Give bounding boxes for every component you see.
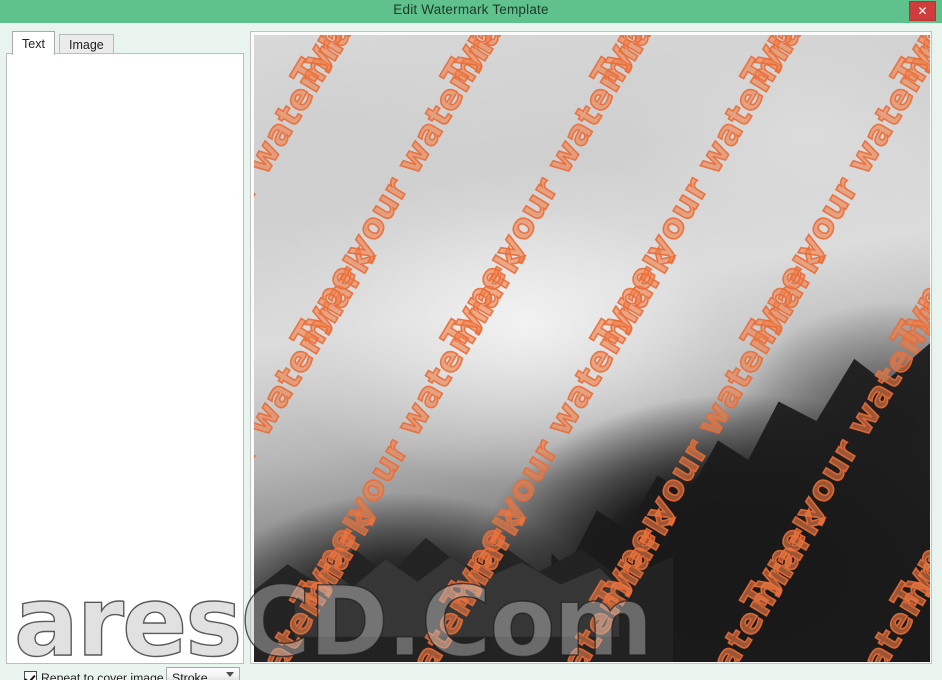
tab-strip: Text Image [6, 31, 244, 55]
text-tab-panel [6, 53, 244, 664]
settings-panel: Text Image Layers: Demo 1_Layer 1 Text: … [6, 31, 244, 680]
repeat-cover-label: Repeat to cover image [41, 671, 164, 680]
preview-image[interactable]: Type your watemrark Type your watemrark Ty… [254, 35, 930, 662]
window-title: Edit Watermark Template [393, 2, 549, 17]
title-bar: Edit Watermark Template ✕ [0, 0, 942, 23]
edit-watermark-window: Edit Watermark Template ✕ Text Image Lay… [0, 0, 942, 680]
close-button[interactable]: ✕ [909, 1, 936, 21]
repeat-cover-checkbox[interactable] [24, 671, 37, 680]
gradient-mode-value: Stroke [172, 671, 208, 680]
gradient-mode-select[interactable]: Stroke [166, 667, 240, 680]
chevron-down-icon [226, 672, 234, 677]
preview-pane: Type your watemrark Type your watemrark Ty… [250, 31, 932, 664]
tab-text[interactable]: Text [12, 31, 55, 55]
close-icon: ✕ [917, 4, 928, 18]
dialog-client-area: Text Image Layers: Demo 1_Layer 1 Text: … [0, 23, 942, 680]
tab-image[interactable]: Image [59, 34, 114, 54]
